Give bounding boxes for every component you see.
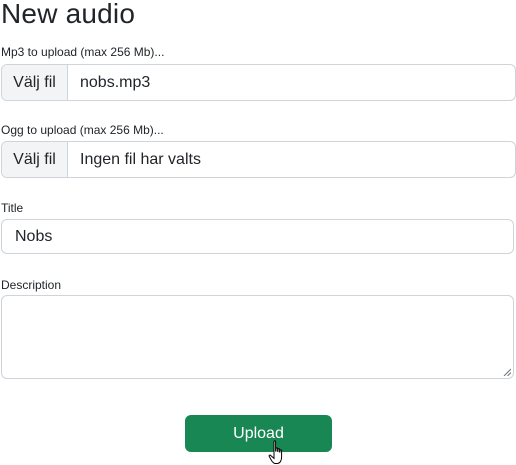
mp3-choose-file-button[interactable]: Välj fil: [2, 65, 68, 100]
ogg-file-input[interactable]: Välj fil Ingen fil har valts: [1, 141, 516, 178]
mp3-file-input[interactable]: Välj fil nobs.mp3: [1, 64, 516, 101]
ogg-choose-file-button[interactable]: Välj fil: [2, 142, 68, 177]
description-textarea[interactable]: [1, 295, 514, 379]
mp3-file-name: nobs.mp3: [80, 73, 151, 91]
title-label: Title: [1, 201, 24, 215]
new-audio-form: New audio Mp3 to upload (max 256 Mb)... …: [0, 0, 516, 465]
hand-pointer-icon: [268, 440, 283, 464]
upload-button[interactable]: Upload: [185, 415, 332, 452]
ogg-upload-label: Ogg to upload (max 256 Mb)...: [1, 123, 164, 137]
description-label: Description: [1, 278, 62, 292]
ogg-file-name: Ingen fil har valts: [80, 150, 201, 168]
mp3-upload-label: Mp3 to upload (max 256 Mb)...: [1, 45, 165, 59]
page-title: New audio: [1, 0, 136, 29]
resize-grip-icon[interactable]: [503, 368, 511, 376]
title-input[interactable]: [1, 219, 514, 254]
